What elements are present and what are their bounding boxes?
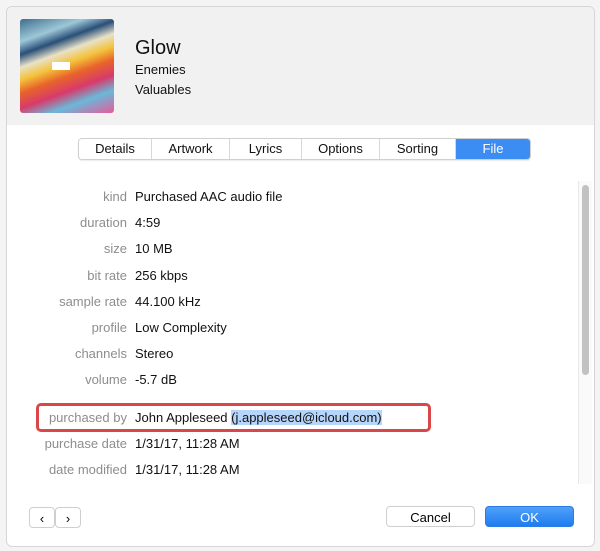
field-value: 256 kbps <box>135 267 188 283</box>
song-title: Glow <box>135 37 181 59</box>
field-label: kind <box>103 189 127 204</box>
field-label: sample rate <box>59 293 127 309</box>
field-value: 1/31/17, 11:28 AM <box>135 436 240 451</box>
field-value: Low Complexity <box>135 320 227 335</box>
field-label: size <box>103 241 127 257</box>
scrollbar-thumb[interactable] <box>582 185 589 375</box>
ok-button[interactable]: OK <box>485 506 574 527</box>
tab-options[interactable]: Options <box>302 139 380 159</box>
cancel-button[interactable]: Cancel <box>386 506 475 527</box>
tab-artwork[interactable]: Artwork <box>152 139 230 159</box>
previous-button[interactable]: ‹ <box>29 507 55 528</box>
album-artwork <box>20 19 114 113</box>
header: Glow Enemies Valuables <box>7 7 594 125</box>
field-label: profile <box>91 320 127 335</box>
field-label: purchased by <box>48 410 127 425</box>
tab-sorting[interactable]: Sorting <box>380 139 456 159</box>
field-label: purchase date <box>44 436 127 451</box>
field-value: Stereo <box>135 346 174 362</box>
field-label: duration <box>80 215 127 231</box>
field-value: 1/31/17, 11:28 AM <box>135 462 240 478</box>
artist: Enemies <box>135 62 186 77</box>
field-value: Purchased AAC audio file <box>135 189 283 204</box>
tab-file[interactable]: File <box>456 139 530 159</box>
scrollbar[interactable] <box>578 181 592 484</box>
tab-lyrics[interactable]: Lyrics <box>230 139 302 159</box>
field-label: volume <box>85 372 127 388</box>
tab-bar: Details Artwork Lyrics Options Sorting File <box>78 138 531 160</box>
purchaser-name[interactable]: John Appleseed <box>135 410 231 425</box>
purchaser-email[interactable]: (j.appleseed@icloud.com) <box>231 410 382 425</box>
album: Valuables <box>135 82 192 97</box>
next-button[interactable]: › <box>55 507 81 528</box>
info-window: Glow Enemies Valuables Details Artwork Lyr… <box>6 6 595 547</box>
field-value: 44.100 kHz <box>135 293 201 309</box>
tab-details[interactable]: Details <box>79 139 152 159</box>
field-value: 10 MB <box>135 241 173 257</box>
field-label: date modified <box>48 462 127 478</box>
field-label: channels <box>74 346 127 362</box>
field-value: -5.7 dB <box>135 372 177 388</box>
field-label: bit rate <box>87 267 127 283</box>
field-value: 4:59 <box>135 215 161 231</box>
